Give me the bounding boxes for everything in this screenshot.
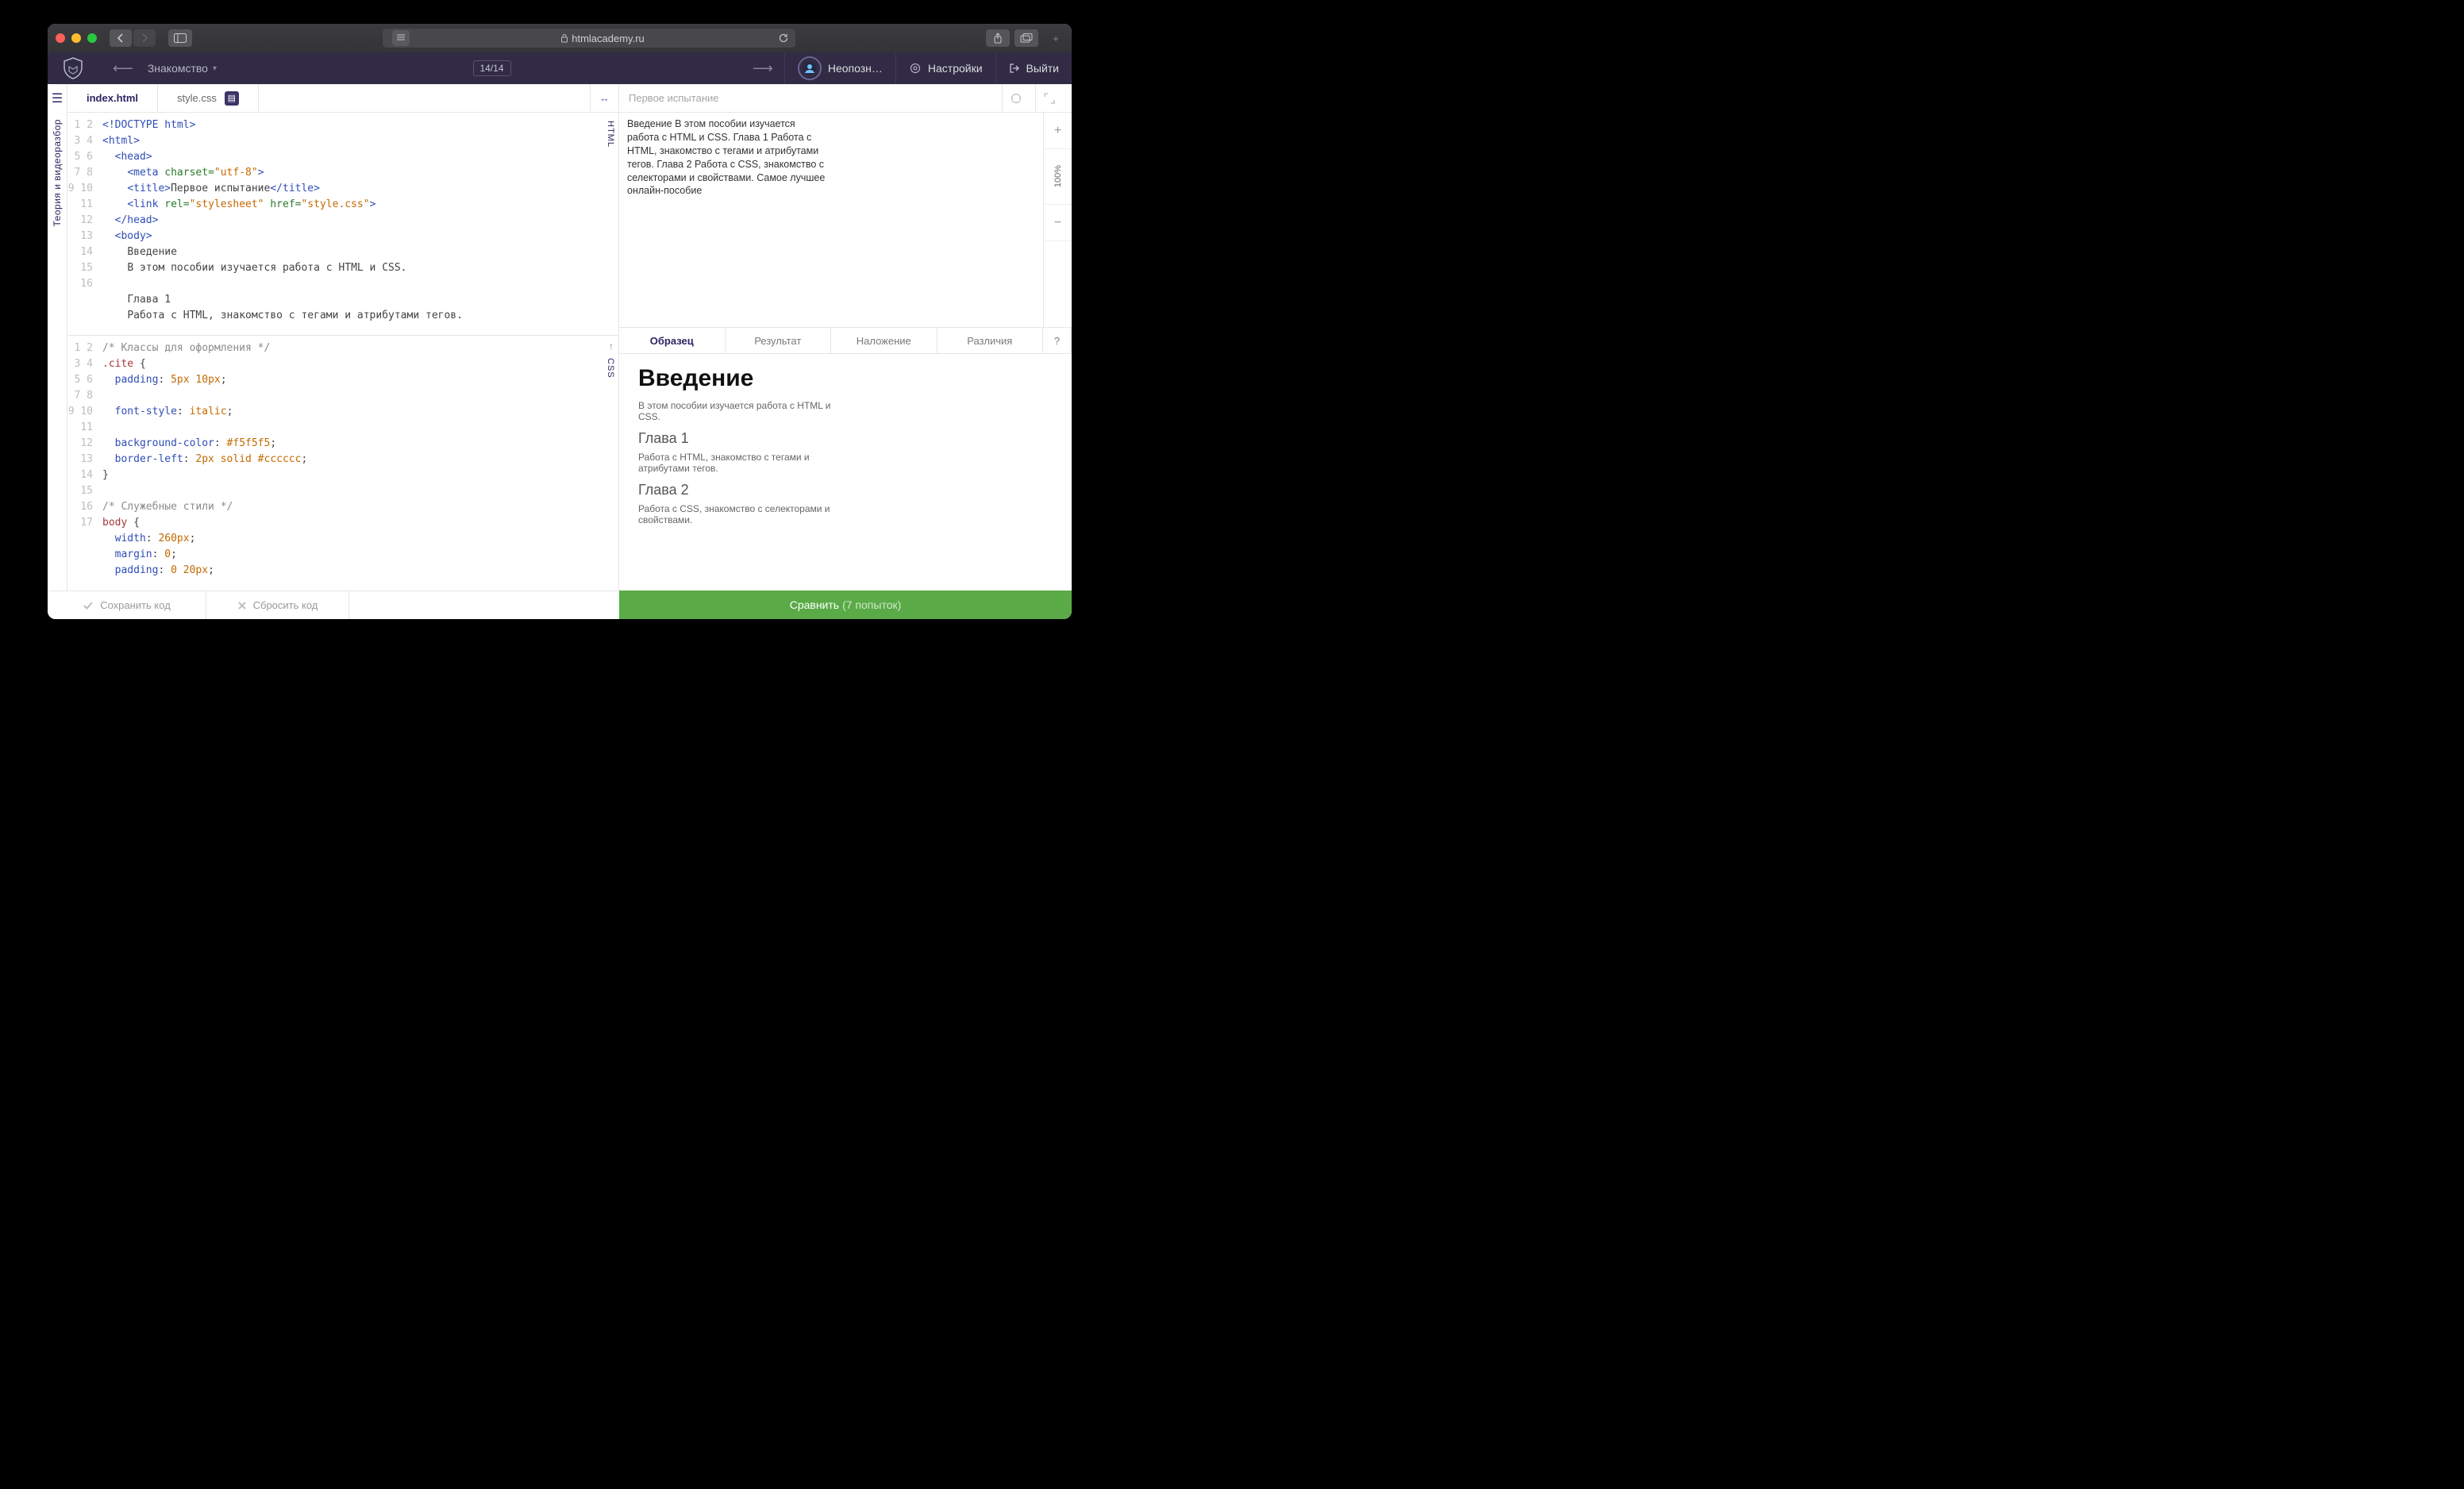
user-menu[interactable]: Неопозн… xyxy=(784,52,895,84)
sample-h1: Введение xyxy=(638,365,1053,392)
reload-icon[interactable] xyxy=(778,33,789,44)
tab-diff[interactable]: Различия xyxy=(937,328,1044,353)
compare-button[interactable]: Сравнить (7 попыток) xyxy=(619,591,1072,619)
zoom-level: 100% xyxy=(1044,149,1072,205)
minimize-window[interactable] xyxy=(71,33,81,43)
window-controls xyxy=(56,33,97,43)
compare-tabs: Образец Результат Наложение Различия ? xyxy=(619,327,1072,354)
reader-mode-icon[interactable] xyxy=(392,30,410,46)
split-handle[interactable]: ↔ xyxy=(590,84,618,112)
url-text: htmlacademy.ru xyxy=(572,33,645,44)
editor-lang-html: HTML xyxy=(606,121,615,148)
sidebar-toggle-button[interactable] xyxy=(168,29,192,47)
check-icon xyxy=(83,601,94,610)
sample-p3: Работа с CSS, знакомство с селекторами и… xyxy=(638,503,845,525)
exit-button[interactable]: Выйти xyxy=(995,52,1072,84)
sample-p1: В этом пособии изучается работа с HTML и… xyxy=(638,400,845,422)
chevron-down-icon: ▾ xyxy=(213,64,217,73)
tab-result[interactable]: Результат xyxy=(726,328,832,353)
maximize-window[interactable] xyxy=(87,33,97,43)
app-header: ⟵ Знакомство ▾ 14/14 ⟶ Неопозн… Настройк… xyxy=(48,52,1072,84)
save-button[interactable]: Сохранить код xyxy=(48,591,206,619)
sample-h2b: Глава 2 xyxy=(638,482,1053,498)
preview-fullscreen-icon[interactable] xyxy=(1035,84,1062,113)
sample-view: Введение В этом пособии изучается работа… xyxy=(619,354,1072,591)
scroll-up-icon[interactable]: ↑ xyxy=(609,341,614,352)
zoom-rail: + 100% − xyxy=(1043,113,1072,327)
close-window[interactable] xyxy=(56,33,65,43)
tab-overlay[interactable]: Наложение xyxy=(831,328,937,353)
editor-css[interactable]: ↑ 1 2 3 4 5 6 7 8 9 10 11 12 13 14 15 16… xyxy=(67,335,618,591)
new-tab-button[interactable]: + xyxy=(1048,33,1064,44)
preview-output: Введение В этом пособии изучается работа… xyxy=(619,113,1043,327)
zoom-in-button[interactable]: + xyxy=(1044,113,1072,149)
browser-window: htmlacademy.ru + ⟵ Знакомство xyxy=(48,24,1072,619)
zoom-out-button[interactable]: − xyxy=(1044,205,1072,241)
editor-html[interactable]: 1 2 3 4 5 6 7 8 9 10 11 12 13 14 15 16 <… xyxy=(67,113,618,335)
course-prev-button[interactable]: ⟵ xyxy=(113,60,133,77)
gear-icon xyxy=(909,62,922,75)
exit-icon xyxy=(1009,63,1020,74)
editor-lang-css: CSS xyxy=(606,358,615,379)
theory-tab[interactable]: Теория и видеоразбор xyxy=(52,119,63,226)
avatar-icon xyxy=(798,56,822,80)
menu-icon[interactable]: ☰ xyxy=(52,90,63,106)
titlebar: htmlacademy.ru + xyxy=(48,24,1072,52)
sample-p2: Работа с HTML, знакомство с тегами и атр… xyxy=(638,452,845,474)
tab-style-css[interactable]: style.css ▤ xyxy=(158,84,259,112)
editors-pane: index.html style.css ▤ ↔ 1 2 3 4 5 6 7 8… xyxy=(67,84,619,591)
gutter-html: 1 2 3 4 5 6 7 8 9 10 11 12 13 14 15 16 xyxy=(67,113,99,335)
footer: Сохранить код Сбросить код Сравнить (7 п… xyxy=(48,591,1072,619)
breadcrumb[interactable]: Знакомство ▾ xyxy=(148,62,217,75)
share-button[interactable] xyxy=(986,29,1010,47)
left-rail: ☰ Теория и видеоразбор xyxy=(48,84,67,591)
close-icon xyxy=(237,601,247,610)
course-next-button[interactable]: ⟶ xyxy=(753,60,773,77)
preview-target-icon[interactable] xyxy=(1002,84,1029,113)
preview-title: Первое испытание xyxy=(629,92,719,104)
code-css[interactable]: /* Классы для оформления */ .cite { padd… xyxy=(99,336,618,591)
preview-pane: Первое испытание Введение В этом пособии… xyxy=(619,84,1072,591)
lock-icon xyxy=(560,33,568,43)
tab-index-html[interactable]: index.html xyxy=(67,84,158,112)
layout-icon[interactable]: ▤ xyxy=(225,91,239,106)
logo[interactable] xyxy=(48,57,98,79)
tab-sample[interactable]: Образец xyxy=(619,328,726,353)
tabs-button[interactable] xyxy=(1014,29,1038,47)
code-html[interactable]: <!DOCTYPE html> <html> <head> <meta char… xyxy=(99,113,618,335)
nav-forward-button[interactable] xyxy=(133,29,156,47)
sample-h2a: Глава 1 xyxy=(638,430,1053,447)
editor-tabs: index.html style.css ▤ ↔ xyxy=(67,84,618,113)
settings-button[interactable]: Настройки xyxy=(895,52,995,84)
tab-help[interactable]: ? xyxy=(1043,328,1072,353)
nav-back-button[interactable] xyxy=(110,29,132,47)
step-counter: 14/14 xyxy=(473,60,511,76)
gutter-css: 1 2 3 4 5 6 7 8 9 10 11 12 13 14 15 16 1… xyxy=(67,336,99,591)
address-bar[interactable]: htmlacademy.ru xyxy=(383,29,795,48)
reset-button[interactable]: Сбросить код xyxy=(206,591,349,619)
